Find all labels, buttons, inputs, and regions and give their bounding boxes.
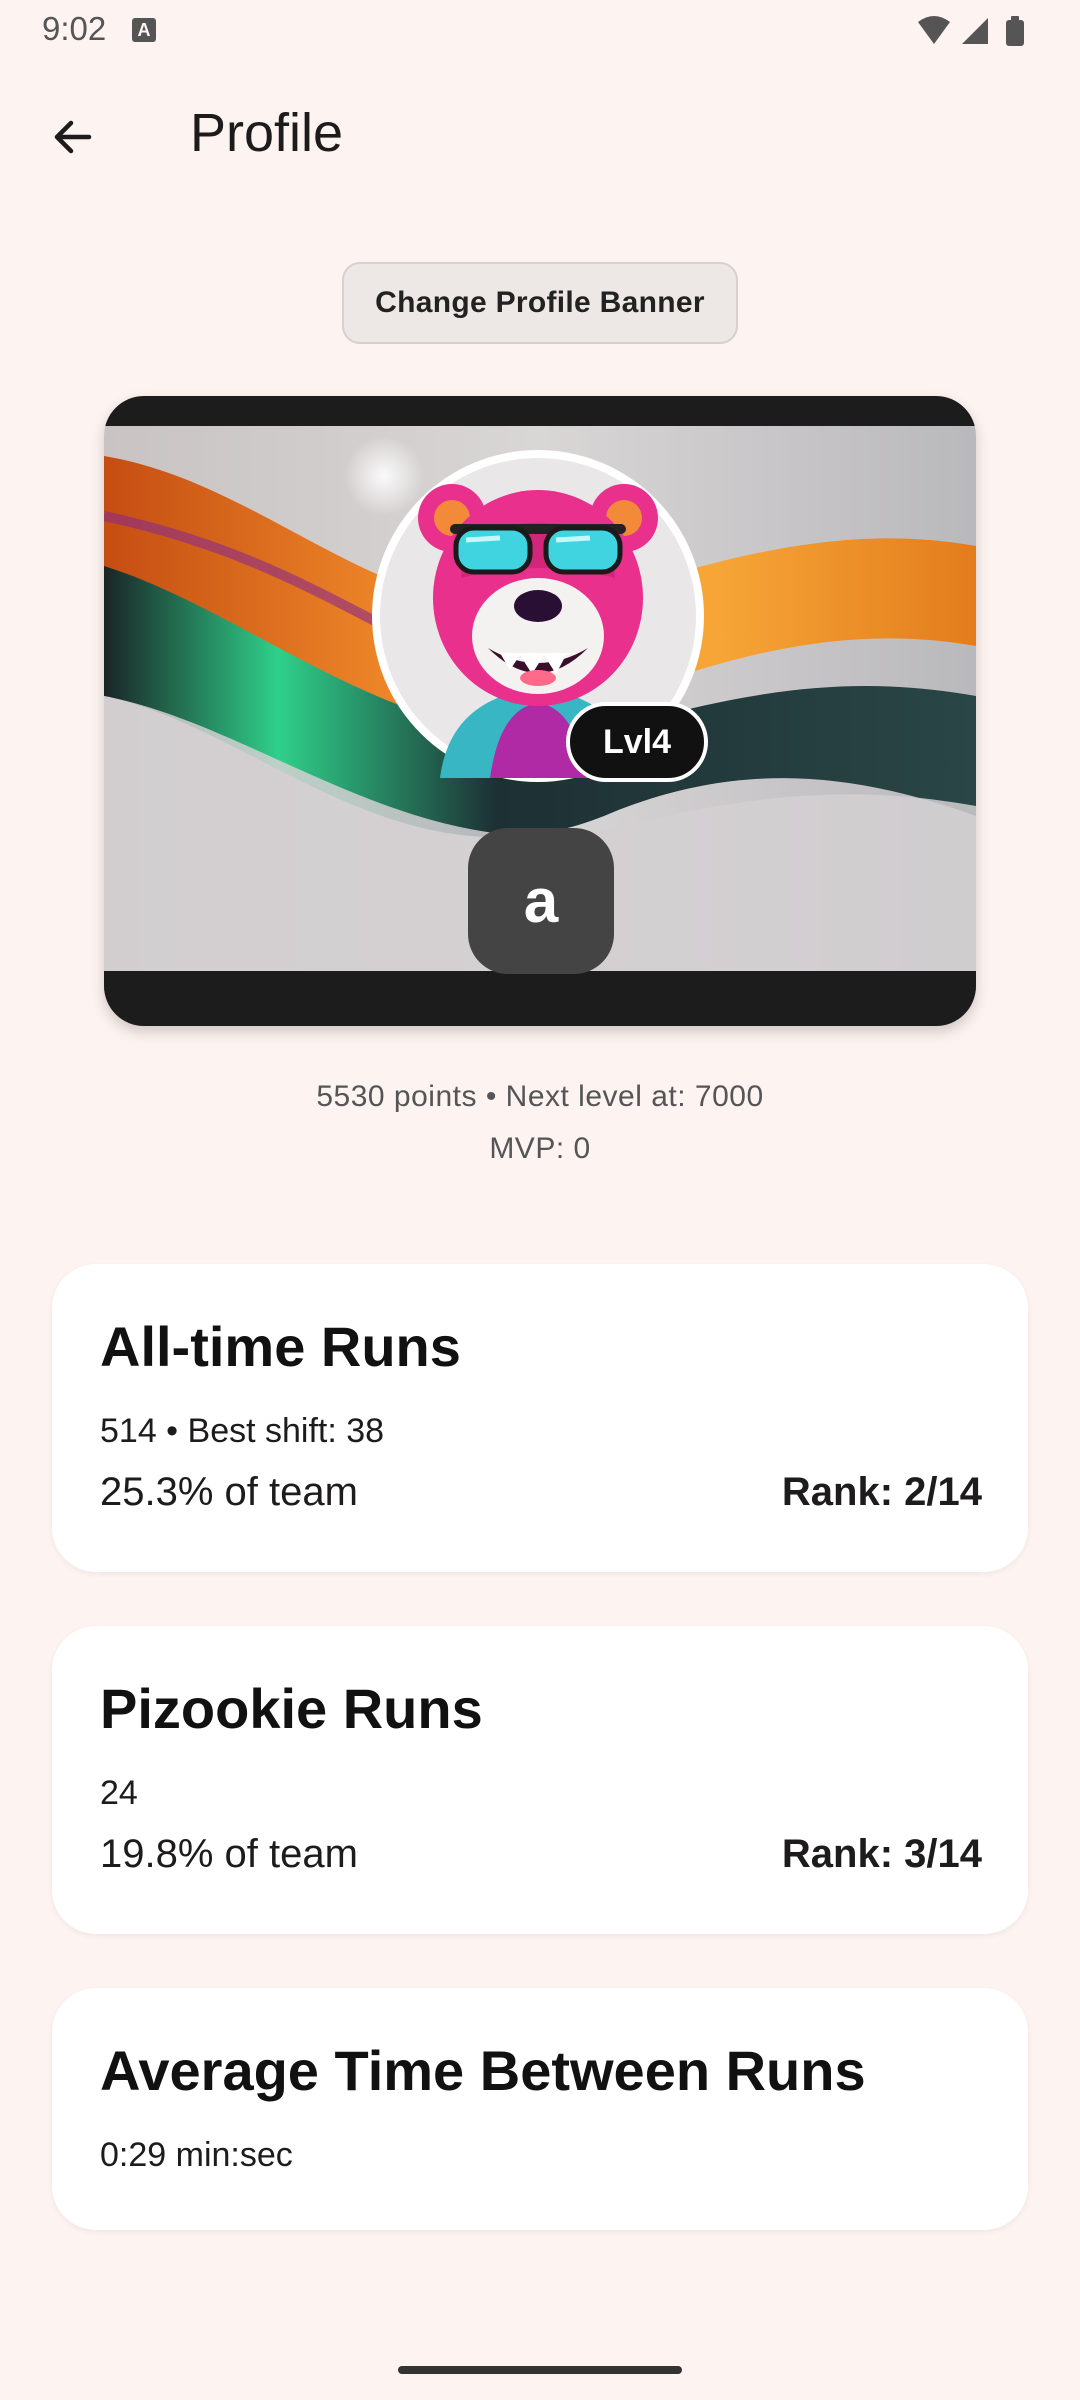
team-percent: 19.8% of team <box>100 1832 358 1876</box>
user-initial-button[interactable]: a <box>468 828 614 974</box>
a-badge-icon: A <box>132 18 156 42</box>
status-time: 9:02 <box>42 10 107 47</box>
card-title: Pizookie Runs <box>100 1677 483 1740</box>
card-title: Average Time Between Runs <box>100 2039 866 2102</box>
back-button[interactable] <box>36 100 110 174</box>
rank-label: Rank: 2/14 <box>781 1470 982 1514</box>
card-subtitle: 0:29 min:sec <box>100 2136 293 2174</box>
wifi-icon <box>918 16 950 44</box>
cell-signal-icon <box>962 18 988 44</box>
status-bar: 9:02 A <box>0 0 1080 64</box>
battery-icon <box>1006 16 1024 46</box>
level-badge: Lvl4 <box>566 702 708 782</box>
points-summary: 5530 points • Next level at: 7000 <box>316 1080 764 1113</box>
status-icons <box>914 12 1044 57</box>
card-subtitle: 514 • Best shift: 38 <box>100 1412 385 1450</box>
page-title: Profile <box>190 103 344 163</box>
team-percent: 25.3% of team <box>100 1470 358 1514</box>
rank-label: Rank: 3/14 <box>781 1832 982 1876</box>
pizookie-runs-card: Pizookie Runs 24 19.8% of team Rank: 3/1… <box>52 1626 1028 1934</box>
card-subtitle: 24 <box>100 1774 138 1812</box>
change-profile-banner-button[interactable]: Change Profile Banner <box>342 262 738 344</box>
arrow-left-icon <box>54 120 92 154</box>
all-time-runs-card: All-time Runs 514 • Best shift: 38 25.3%… <box>52 1264 1028 1572</box>
profile-banner: Lvl4 a <box>104 396 976 1026</box>
top-app-bar: Profile <box>0 64 1080 208</box>
gesture-nav-bar[interactable] <box>398 2366 682 2374</box>
mvp-count: MVP: 0 <box>489 1132 591 1165</box>
average-time-card: Average Time Between Runs 0:29 min:sec <box>52 1988 1028 2230</box>
card-title: All-time Runs <box>100 1315 461 1378</box>
